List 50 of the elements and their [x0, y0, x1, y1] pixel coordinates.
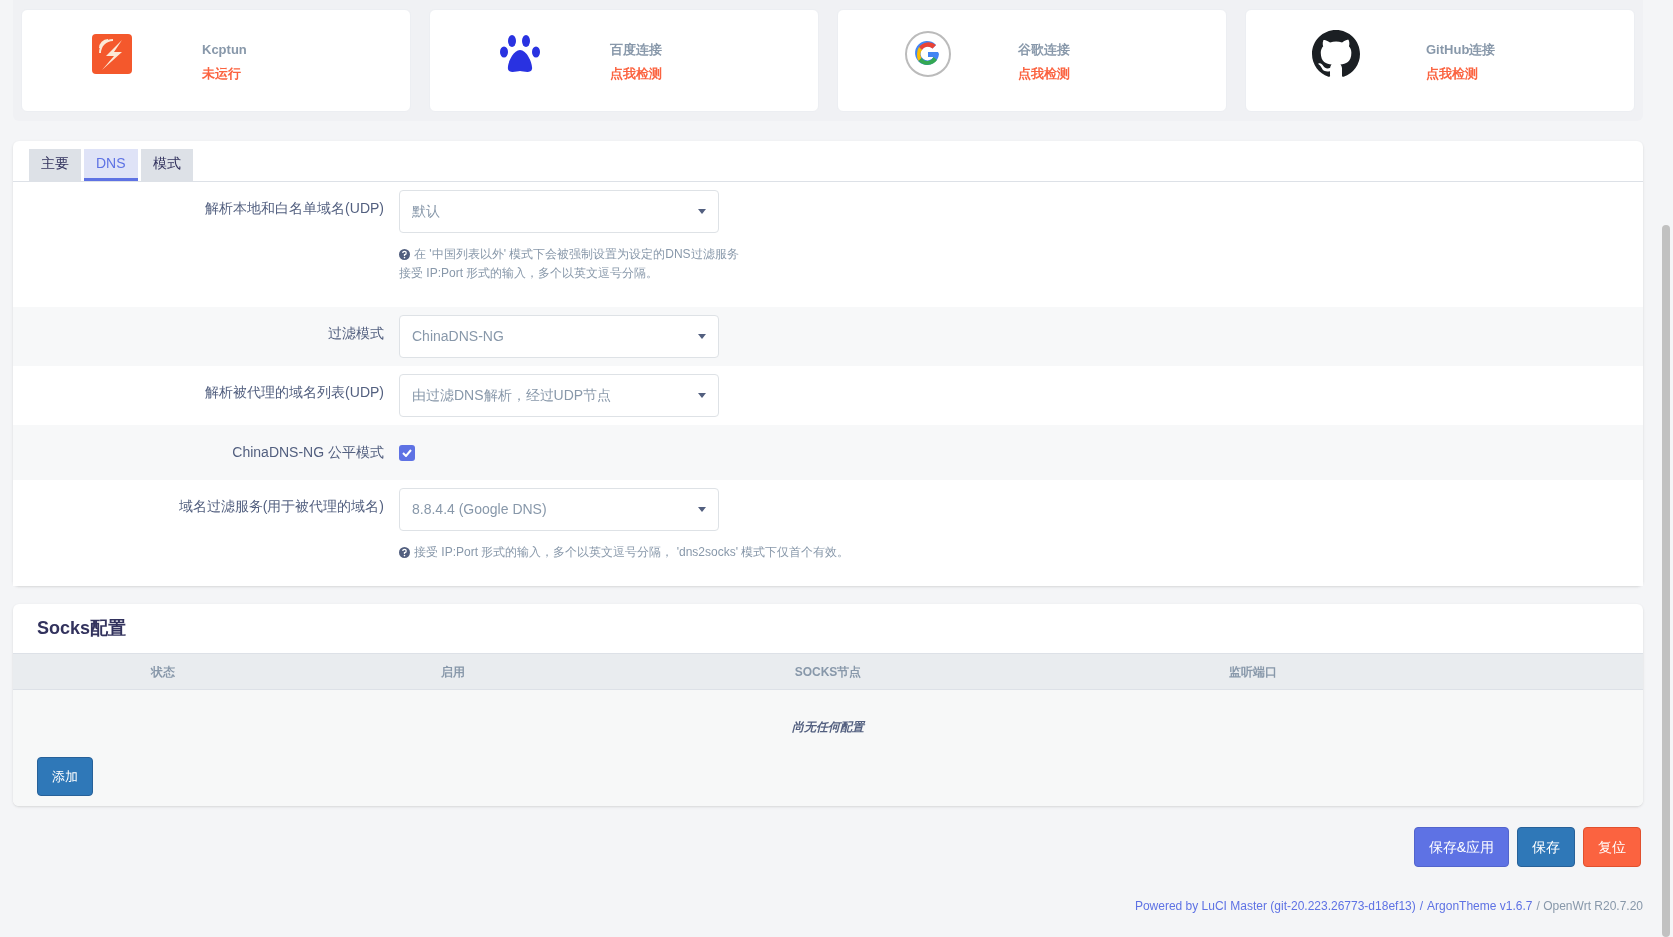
check-icon: [402, 449, 412, 457]
column-header: 状态: [151, 664, 175, 679]
help-text: 接受 IP:Port 形式的输入，多个以英文逗号分隔。: [399, 265, 659, 282]
card-title: GitHub连接: [1426, 40, 1496, 59]
tab[interactable]: 主要: [29, 149, 81, 181]
footer-separator: /: [1419, 898, 1424, 916]
column-header: SOCKS节点: [794, 664, 862, 679]
version-text: / OpenWrt R20.7.20: [1536, 898, 1643, 916]
field-label: 域名过滤服务(用于被代理的域名): [177, 497, 385, 516]
checkbox[interactable]: [399, 445, 415, 461]
field-label: 过滤模式: [327, 324, 385, 343]
empty-message: 尚无任何配置: [792, 719, 864, 736]
luci-link[interactable]: Powered by LuCI Master (git-20.223.26773-d18ef13): [1134, 897, 1416, 916]
card-title: 谷歌连接: [1018, 40, 1070, 59]
help-icon: [399, 249, 410, 260]
save-button[interactable]: 保存: [1517, 827, 1575, 868]
dropdown[interactable]: 默认: [399, 190, 719, 233]
dropdown[interactable]: ChinaDNS-NG: [399, 315, 719, 358]
field-label: 解析本地和白名单域名(UDP): [204, 199, 385, 218]
caret-icon: [698, 334, 706, 339]
caret-icon: [698, 393, 706, 398]
card-status[interactable]: 点我检测: [610, 64, 662, 84]
reset-button[interactable]: 复位: [1583, 827, 1641, 868]
help-icon: [399, 547, 410, 558]
help-text: 在 '中国列表以外' 模式下会被强制设置为设定的DNS过滤服务: [414, 246, 739, 263]
caret-icon: [698, 507, 706, 512]
help-text: 接受 IP:Port 形式的输入，多个以英文逗号分隔， 'dns2socks' 模式下仅首个有效。: [414, 544, 850, 561]
add-button[interactable]: 添加: [37, 757, 93, 797]
field-label: ChinaDNS-NG 公平模式: [231, 443, 385, 462]
column-header: 启用: [441, 664, 465, 679]
card-status[interactable]: 未运行: [202, 64, 241, 84]
section-title: Socks配置: [36, 617, 128, 640]
card-title: 百度连接: [610, 40, 662, 59]
card-status[interactable]: 点我检测: [1018, 64, 1070, 84]
caret-icon: [698, 209, 706, 214]
card-status[interactable]: 点我检测: [1426, 64, 1478, 84]
theme-link[interactable]: ArgonTheme v1.6.7: [1427, 897, 1533, 916]
cat-logo-icon: [1312, 29, 1360, 78]
lightning-app-icon: [92, 33, 132, 74]
column-header: 监听端口: [1229, 664, 1277, 679]
dropdown[interactable]: 8.8.4.4 (Google DNS): [399, 488, 719, 531]
tab[interactable]: DNS: [84, 149, 138, 181]
scrollbar[interactable]: [1662, 225, 1670, 937]
field-label: 解析被代理的域名列表(UDP): [204, 383, 385, 402]
paw-icon: [499, 33, 541, 74]
card-title: Kcptun: [202, 40, 247, 59]
save-apply-button[interactable]: 保存&应用: [1413, 827, 1509, 868]
g-logo-icon: [905, 30, 951, 77]
dropdown[interactable]: 由过滤DNS解析，经过UDP节点: [399, 374, 719, 417]
tab[interactable]: 模式: [140, 149, 193, 181]
